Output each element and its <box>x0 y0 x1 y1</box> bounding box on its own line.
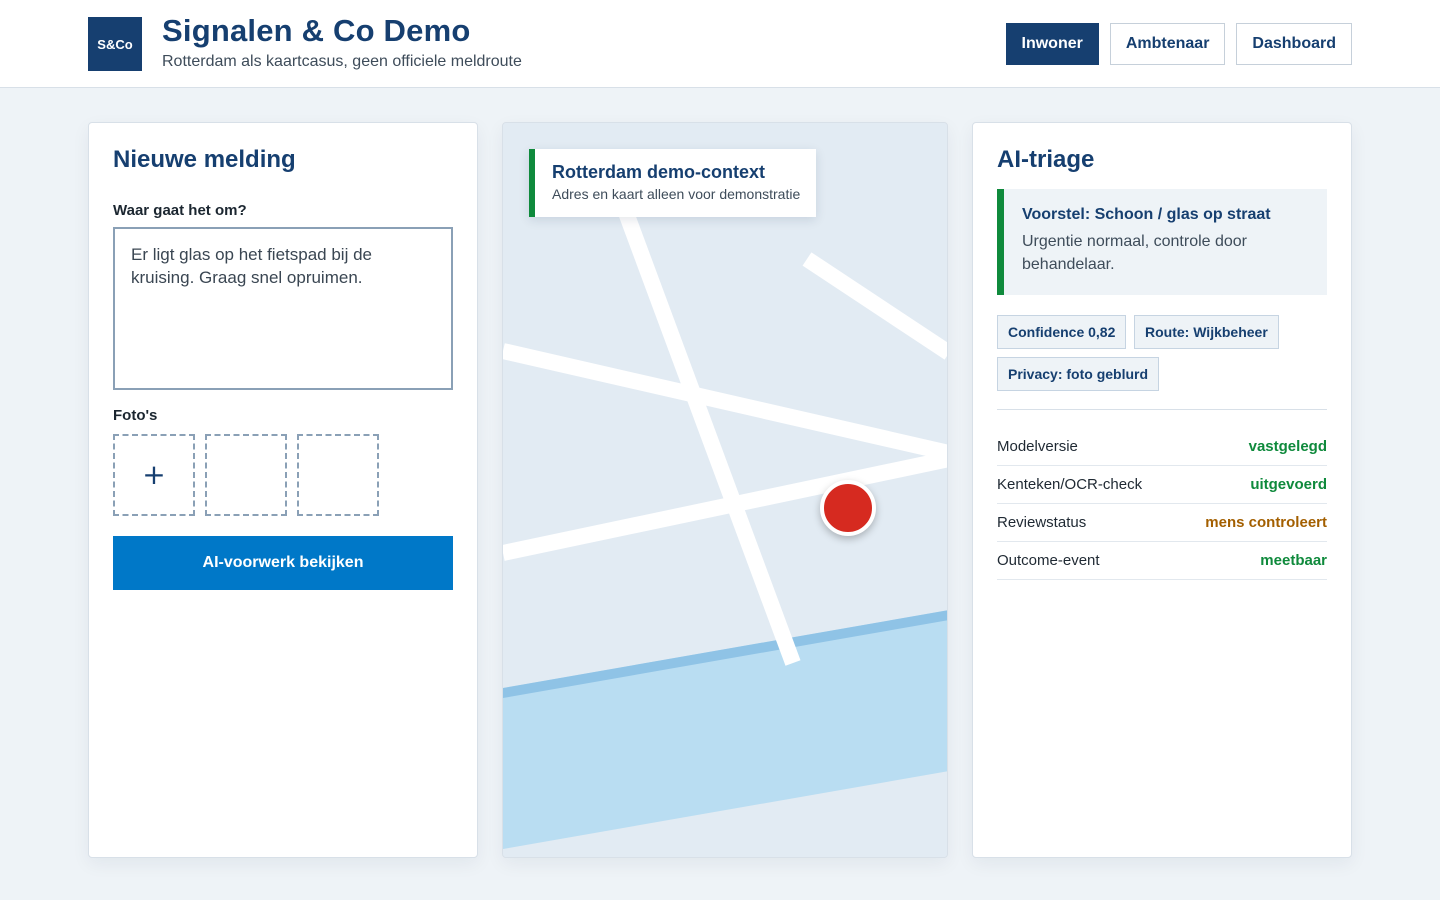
app-title: Signalen & Co Demo <box>162 13 471 48</box>
check-label: Reviewstatus <box>997 514 1087 531</box>
proposal-text: Urgentie normaal, controle door behandel… <box>1022 233 1248 273</box>
add-photo-button[interactable]: + <box>113 434 195 516</box>
photos-label: Foto's <box>113 407 158 424</box>
ai-preview-button[interactable]: AI-voorwerk bekijken <box>113 536 453 590</box>
check-status: uitgevoerd <box>1250 476 1327 493</box>
photo-slot[interactable] <box>205 434 287 516</box>
description-input[interactable]: Er ligt glas op het fietspad bij de krui… <box>113 227 453 390</box>
check-label: Kenteken/OCR-check <box>997 476 1143 493</box>
route-badge: Route: Wijkbeheer <box>1134 315 1279 349</box>
location-pin-icon[interactable] <box>820 480 876 536</box>
map-context-title: Rotterdam demo-context <box>552 162 766 182</box>
map-context-subtitle: Adres en kaart alleen voor demonstratie <box>552 186 801 202</box>
check-label: Modelversie <box>997 438 1078 455</box>
triage-proposal: Voorstel: Schoon / glas op straat Urgent… <box>997 189 1327 295</box>
app-subtitle: Rotterdam als kaartcasus, geen officiele… <box>162 53 522 70</box>
map-panel[interactable]: Rotterdam demo-context Adres en kaart al… <box>502 122 948 858</box>
new-report-panel: Nieuwe melding Waar gaat het om? Er ligt… <box>88 122 478 858</box>
check-status: mens controleert <box>1205 514 1327 531</box>
ai-triage-title: AI-triage <box>997 146 1095 173</box>
check-row: Kenteken/OCR-check uitgevoerd <box>997 466 1327 504</box>
map-context-card: Rotterdam demo-context Adres en kaart al… <box>529 149 816 217</box>
description-label: Waar gaat het om? <box>113 202 247 219</box>
role-nav: Inwoner Ambtenaar Dashboard <box>1005 23 1352 65</box>
nav-dashboard-button[interactable]: Dashboard <box>1236 23 1352 65</box>
check-row: Outcome-event meetbaar <box>997 542 1327 580</box>
check-status: meetbaar <box>1260 552 1327 569</box>
nav-ambtenaar-button[interactable]: Ambtenaar <box>1109 23 1226 65</box>
nav-inwoner-button[interactable]: Inwoner <box>1005 23 1099 65</box>
app-header: S&Co Signalen & Co Demo Rotterdam als ka… <box>0 0 1440 88</box>
divider <box>997 409 1327 410</box>
plus-icon: + <box>142 458 166 491</box>
confidence-badge: Confidence 0,82 <box>997 315 1127 349</box>
check-status: vastgelegd <box>1248 438 1327 455</box>
new-report-title: Nieuwe melding <box>113 146 296 173</box>
check-row: Reviewstatus mens controleert <box>997 504 1327 542</box>
privacy-badge: Privacy: foto geblurd <box>997 357 1160 391</box>
map-canvas[interactable] <box>503 123 948 858</box>
proposal-title: Voorstel: Schoon / glas op straat <box>1022 206 1271 223</box>
brand-logo: S&Co <box>88 17 142 71</box>
check-label: Outcome-event <box>997 552 1100 569</box>
ai-triage-panel: AI-triage Voorstel: Schoon / glas op str… <box>972 122 1352 858</box>
check-row: Modelversie vastgelegd <box>997 428 1327 466</box>
photo-slot[interactable] <box>297 434 379 516</box>
